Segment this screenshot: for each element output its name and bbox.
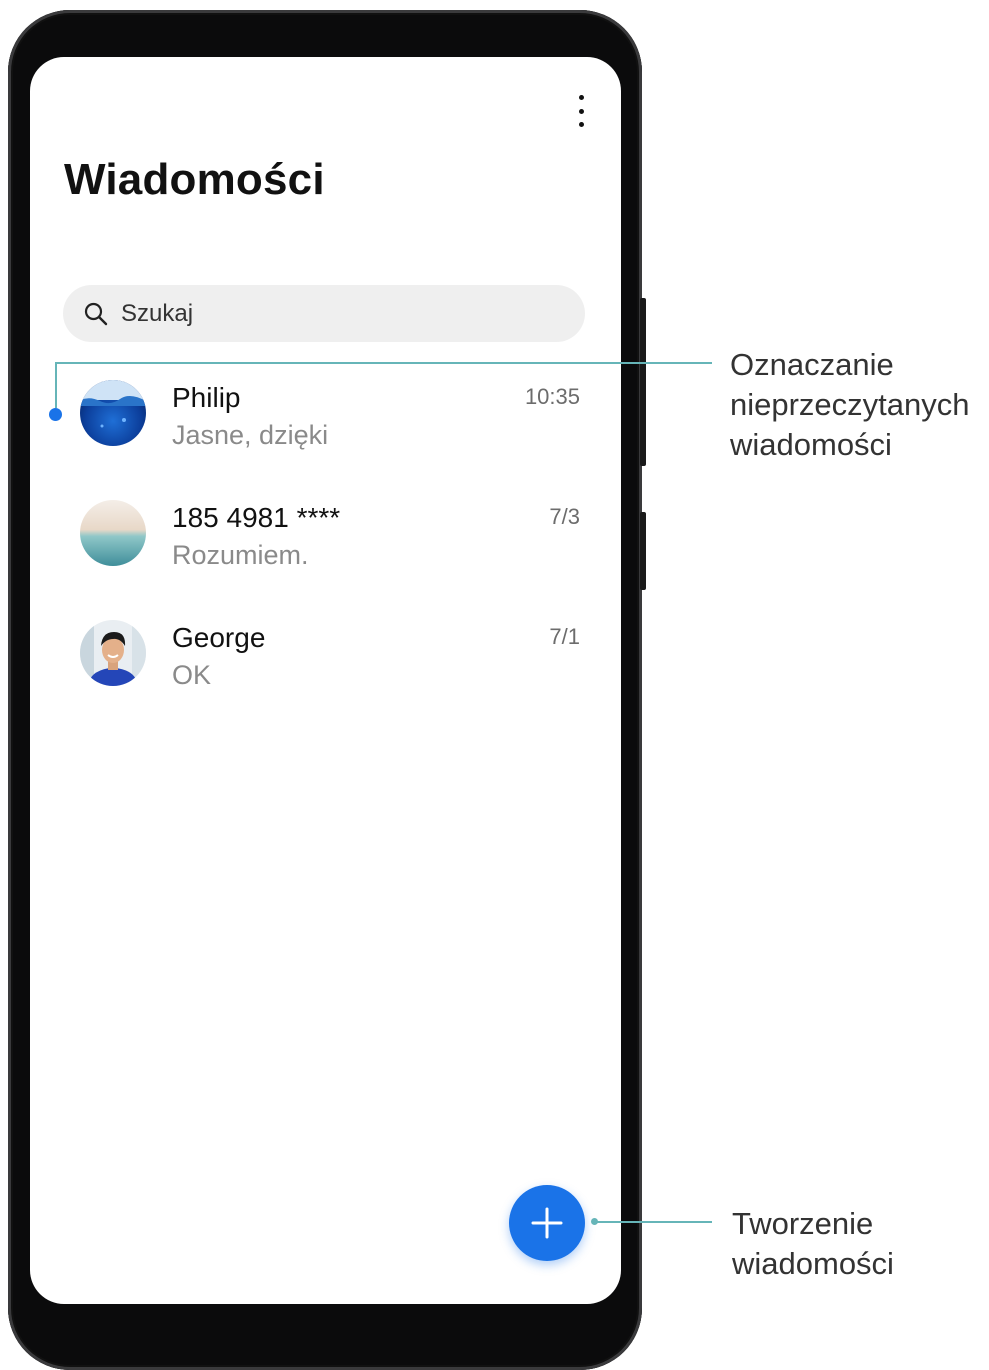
avatar [80,620,146,686]
conversation-preview: Rozumiem. [172,540,309,570]
conversation-list: Philip Jasne, dzięki 10:35 185 4981 ****… [50,360,610,720]
callout-line-text: wiadomości [730,427,892,462]
conversation-time: 7/1 [549,624,580,649]
conversation-preview: OK [172,660,212,690]
more-dot [578,108,584,114]
callout-line [55,362,57,408]
callout-anchor-dot [591,1218,598,1225]
page-title: Wiadomości [64,155,325,204]
callout-line-text: wiadomości [732,1246,894,1281]
conversation-row-185-4981[interactable]: 185 4981 **** Rozumiem. 7/3 [50,480,610,600]
conversation-name: George [172,622,266,653]
callout-line [55,362,712,364]
conversation-row-george[interactable]: George OK 7/1 [50,600,610,720]
conversation-time: 7/3 [549,504,580,529]
plus-icon [531,1207,563,1239]
unread-indicator [49,408,62,421]
search-bar[interactable]: Szukaj [63,285,585,342]
conversation-preview: Jasne, dzięki [172,420,329,450]
conversation-time: 10:35 [524,384,580,409]
more-options-button[interactable] [569,93,593,129]
callout-line-text: nieprzeczytanych [730,387,970,422]
conversation-name: 185 4981 **** [172,502,341,533]
phone-screen: Wiadomości Szukaj Philip Jasne, dzięki 1… [30,57,621,1304]
search-icon [84,302,108,325]
more-dot [578,95,584,100]
power-button [640,512,646,590]
search-placeholder: Szukaj [121,299,194,327]
callout-line-text: Oznaczanie [730,347,894,382]
conversation-row-philip[interactable]: Philip Jasne, dzięki 10:35 [50,360,610,480]
callout-compose: Tworzenie wiadomości [732,1204,894,1284]
callout-line [594,1221,712,1223]
conversation-name: Philip [172,382,241,413]
callout-line-text: Tworzenie [732,1206,874,1241]
more-dot [578,122,584,127]
new-message-button[interactable] [509,1185,585,1261]
volume-button [640,298,646,466]
avatar [80,500,146,566]
avatar [80,380,146,446]
callout-unread-marking: Oznaczanie nieprzeczytanych wiadomości [730,345,970,465]
